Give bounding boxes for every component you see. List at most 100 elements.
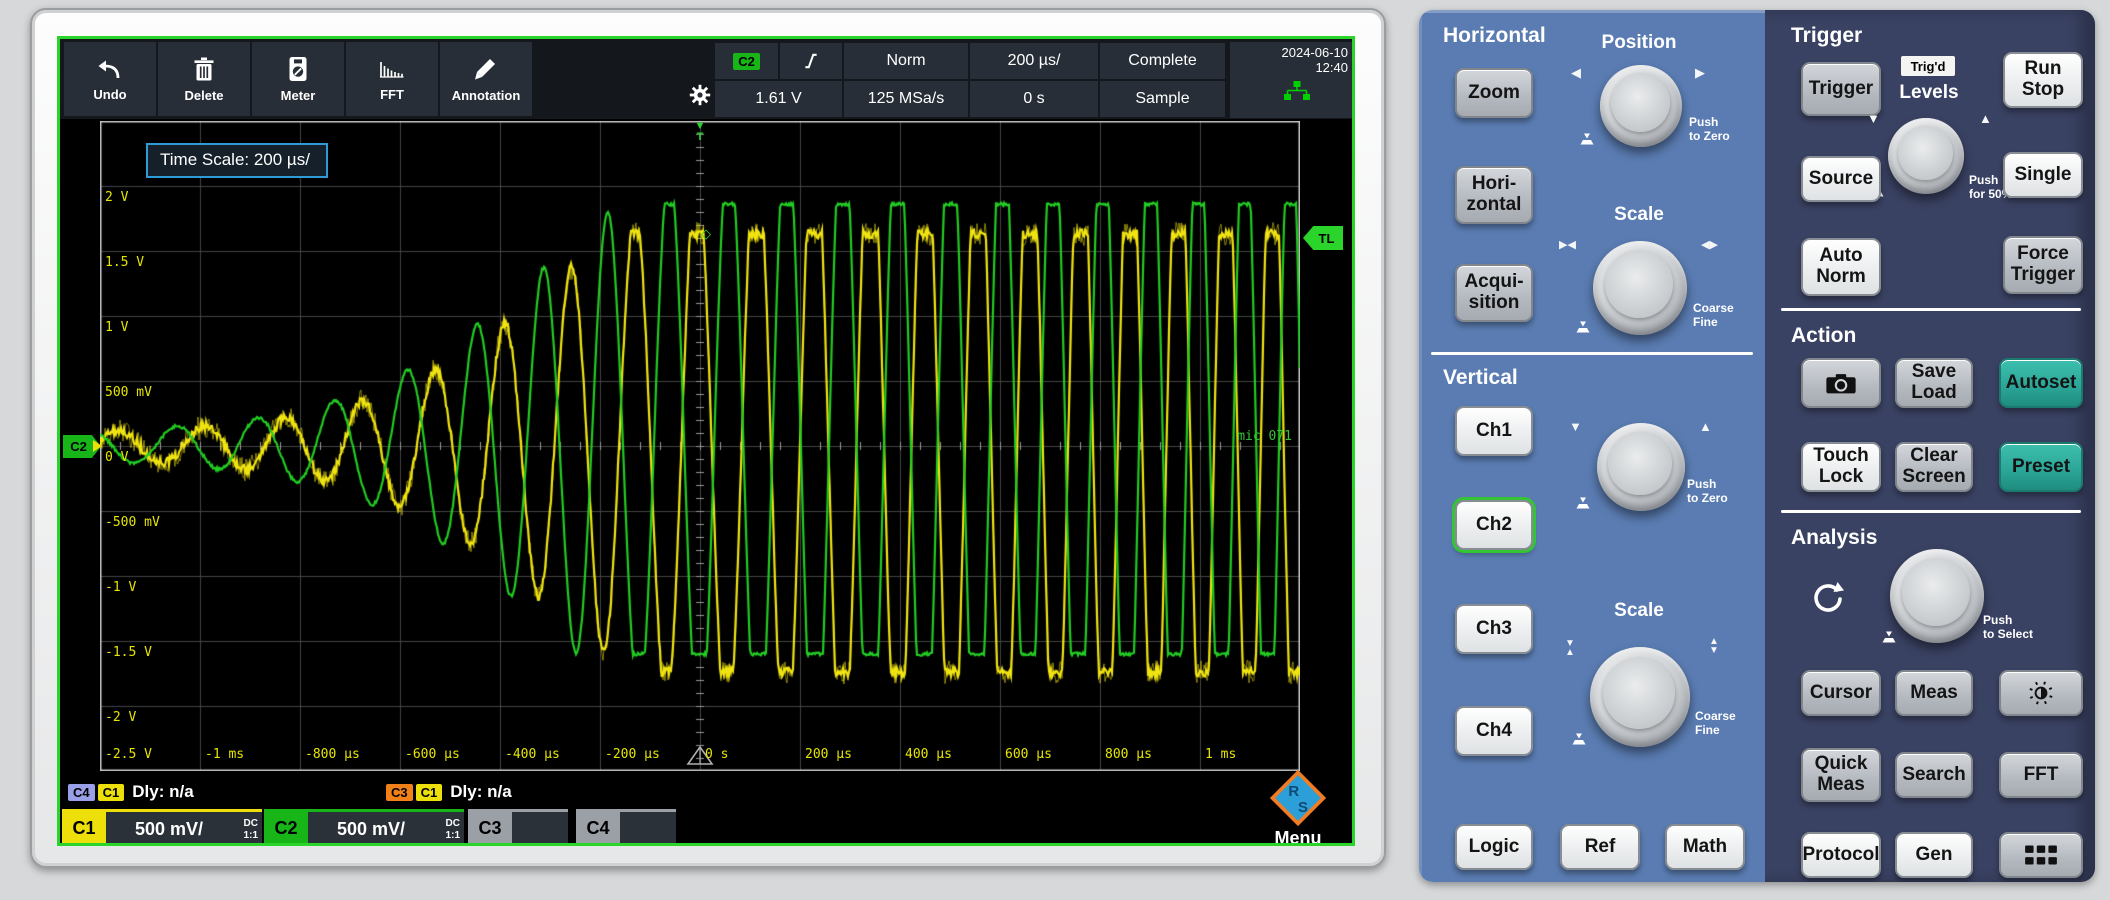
math-button[interactable]: Math — [1665, 824, 1745, 870]
section-divider — [1431, 352, 1753, 355]
trigger-slope-cell[interactable] — [780, 43, 842, 79]
x-tick-label: 400 µs — [905, 747, 952, 762]
vertical-position-knob[interactable] — [1597, 423, 1685, 511]
apps-grid-icon — [2023, 842, 2059, 868]
svg-text:R: R — [1288, 783, 1299, 800]
fft-icon — [378, 57, 406, 81]
measurement-badges: C3 C1 — [386, 782, 445, 802]
measurement-badges: C4 C1 — [68, 782, 127, 802]
meter-button[interactable]: Meter — [252, 42, 344, 116]
horizontal-menu-button[interactable]: Hori- zontal — [1455, 166, 1533, 224]
horizontal-position-knob[interactable] — [1600, 65, 1682, 147]
ref-button[interactable]: Ref — [1560, 824, 1640, 870]
measurement-group[interactable]: C4 C1 Dly: n/a — [68, 778, 194, 806]
y-tick-label: -500 mV — [105, 515, 160, 530]
waveform-display — [100, 121, 1300, 771]
horizontal-position-value: 0 s — [1023, 90, 1044, 108]
run-stop-button[interactable]: Run Stop — [2003, 52, 2083, 108]
trigger-level-cell[interactable]: 1.61 V — [715, 81, 842, 117]
measurement-value: Dly: n/a — [132, 782, 193, 802]
channel4-button[interactable]: Ch4 — [1455, 706, 1533, 756]
waveform-annotation: mic 071 — [1120, 429, 1292, 444]
apps-button[interactable] — [1999, 832, 2083, 878]
quick-meas-button[interactable]: Quick Meas — [1801, 748, 1881, 802]
push-knob-icon — [1881, 630, 1897, 644]
channel3-box[interactable]: C3 — [468, 809, 568, 846]
clear-screen-button[interactable]: Clear Screen — [1895, 442, 1973, 492]
save-load-button[interactable]: Save Load — [1895, 358, 1973, 408]
horizontal-scale-knob-label: Scale — [1569, 204, 1709, 226]
menu-button[interactable]: RS Menu — [1255, 769, 1341, 846]
trigger-level-knob[interactable] — [1888, 118, 1964, 194]
annotation-button[interactable]: Annotation — [440, 42, 532, 116]
trigger-mode-cell[interactable]: Norm — [844, 43, 968, 79]
time-scale-cell[interactable]: 200 µs/ — [970, 43, 1098, 79]
meter-icon — [288, 56, 308, 82]
x-tick-label: 1 ms — [1205, 747, 1236, 762]
single-button[interactable]: Single — [2003, 152, 2083, 198]
channel2-button[interactable]: Ch2 — [1455, 500, 1533, 550]
trigger-source-cell[interactable]: C2 — [715, 43, 778, 79]
channel1-box[interactable]: C1 500 mV/ DC 1:1 — [62, 809, 262, 846]
gear-icon[interactable] — [688, 83, 712, 107]
trash-icon — [192, 56, 216, 82]
channel2-box[interactable]: C2 500 mV/ DC 1:1 — [264, 809, 464, 846]
sample-rate-cell[interactable]: 125 MSa/s — [844, 81, 968, 117]
action-section-title: Action — [1791, 324, 1856, 348]
trigger-source-badge: C2 — [733, 53, 760, 70]
measurement-badge: C1 — [416, 784, 443, 801]
gen-button[interactable]: Gen — [1895, 832, 1973, 878]
channel1-tab: C1 — [62, 809, 106, 846]
navigation-knob[interactable] — [1890, 549, 1984, 643]
intensity-button[interactable] — [1999, 670, 2083, 716]
trigger-position-marker[interactable]: ▼ T — [688, 121, 712, 143]
network-icon — [1282, 79, 1312, 103]
toolbar-button-label: FFT — [380, 87, 404, 102]
vertical-scale-knob[interactable] — [1590, 647, 1690, 747]
preset-button[interactable]: Preset — [1999, 442, 2083, 492]
touch-lock-button[interactable]: Touch Lock — [1801, 442, 1881, 492]
section-divider — [1781, 308, 2081, 311]
channel1-button[interactable]: Ch1 — [1455, 406, 1533, 456]
undo-button[interactable]: Undo — [64, 42, 156, 116]
acquisition-button[interactable]: Acqui- sition — [1455, 264, 1533, 322]
measurement-badge: C4 — [68, 784, 95, 801]
autoset-button[interactable]: Autoset — [1999, 358, 2083, 408]
logic-button[interactable]: Logic — [1455, 824, 1533, 870]
pencil-icon — [473, 56, 499, 82]
horizontal-position-knob-label: Position — [1569, 32, 1709, 54]
cursor-button[interactable]: Cursor — [1801, 670, 1881, 716]
fft-panel-button[interactable]: FFT — [1999, 752, 2083, 798]
measurement-group[interactable]: C3 C1 Dly: n/a — [386, 778, 512, 806]
horizontal-scale-knob[interactable] — [1593, 241, 1687, 335]
search-button[interactable]: Search — [1895, 752, 1973, 798]
channel2-tab: C2 — [264, 809, 308, 846]
meas-button[interactable]: Meas — [1895, 670, 1973, 716]
auto-norm-button[interactable]: Auto Norm — [1801, 238, 1881, 296]
x-tick-label: -600 µs — [405, 747, 460, 762]
zoom-button[interactable]: Zoom — [1455, 68, 1533, 118]
y-tick-label: -1.5 V — [105, 645, 152, 660]
right-arrow-icon: ▶ — [1695, 66, 1705, 79]
time-scale-tooltip: Time Scale: 200 µs/ — [146, 143, 328, 178]
vertical-section-title: Vertical — [1443, 366, 1518, 390]
scope-touchscreen[interactable]: Undo Delete Meter FFT Annotation C2 Norm… — [57, 36, 1355, 846]
push-knob-icon — [1579, 132, 1595, 146]
screenshot-button[interactable] — [1801, 358, 1881, 408]
delete-button[interactable]: Delete — [158, 42, 250, 116]
force-trigger-button[interactable]: Force Trigger — [2003, 236, 2083, 294]
fft-button[interactable]: FFT — [346, 42, 438, 116]
trigger-source-button[interactable]: Source — [1801, 156, 1881, 202]
down-arrow-icon: ▼ — [1867, 112, 1880, 125]
protocol-button[interactable]: Protocol — [1801, 832, 1881, 878]
acq-mode-cell[interactable]: Sample — [1100, 81, 1225, 117]
channel1-offset-marker[interactable] — [93, 440, 102, 452]
acq-state-cell[interactable]: Complete — [1100, 43, 1225, 79]
channel3-button[interactable]: Ch3 — [1455, 604, 1533, 654]
y-tick-label: 0 V — [105, 450, 128, 465]
trigger-level-marker[interactable]: TL — [1303, 226, 1343, 250]
horizontal-position-cell[interactable]: 0 s — [970, 81, 1098, 117]
channel4-box[interactable]: C4 — [576, 809, 676, 846]
x-tick-label: -1 ms — [205, 747, 244, 762]
svg-text:S: S — [1298, 799, 1308, 816]
